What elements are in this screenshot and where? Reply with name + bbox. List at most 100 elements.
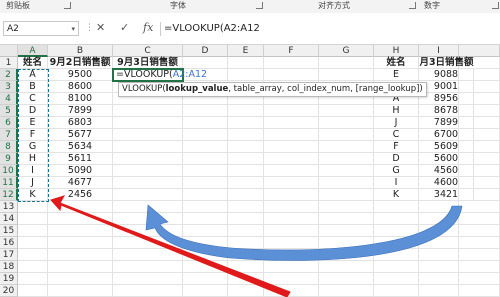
grid-cell[interactable] <box>183 117 228 129</box>
cell-sales-right[interactable]: 3421 <box>419 189 474 201</box>
grid-cell[interactable] <box>18 285 48 297</box>
grid-cell[interactable] <box>264 57 319 69</box>
grid-cell[interactable] <box>264 201 319 213</box>
cell-name-right[interactable]: F <box>374 141 419 153</box>
grid-cell[interactable] <box>319 69 374 81</box>
header-sep2-sales[interactable]: 9月2日销售额 <box>48 57 113 69</box>
grid-cell[interactable] <box>319 201 374 213</box>
grid-cell[interactable] <box>319 273 374 285</box>
cell-sales[interactable]: 9500 <box>48 69 113 81</box>
grid-cell[interactable] <box>319 105 374 117</box>
cell-sales-right[interactable]: 8956 <box>419 93 474 105</box>
grid-cell[interactable] <box>319 57 374 69</box>
cell-sales-right[interactable]: 9001 <box>419 81 474 93</box>
row-header[interactable]: 3 <box>0 81 18 93</box>
cell-sales[interactable]: 8600 <box>48 81 113 93</box>
grid-cell[interactable] <box>459 273 500 285</box>
cell-sales[interactable]: 5634 <box>48 141 113 153</box>
grid-cell[interactable] <box>228 189 264 201</box>
grid-cell[interactable] <box>459 225 500 237</box>
grid-cell[interactable] <box>183 57 228 69</box>
cell-sales[interactable]: 6803 <box>48 117 113 129</box>
row-header[interactable]: 1 <box>0 57 18 69</box>
col-header-f[interactable]: F <box>264 45 319 57</box>
grid-cell[interactable] <box>183 165 228 177</box>
cell-sales-right[interactable]: 9088 <box>419 69 474 81</box>
grid-cell[interactable] <box>18 237 48 249</box>
cell-name-right[interactable]: G <box>374 165 419 177</box>
grid-cell[interactable] <box>183 261 228 273</box>
grid-cell[interactable] <box>183 213 228 225</box>
col-header-b[interactable]: B <box>48 45 113 57</box>
grid-cell[interactable] <box>374 225 419 237</box>
grid-cell[interactable] <box>183 201 228 213</box>
grid-cell[interactable] <box>228 261 264 273</box>
enter-icon[interactable]: ✓ <box>120 20 129 36</box>
grid-cell[interactable] <box>264 129 319 141</box>
header-name-right[interactable]: 姓名 <box>374 57 419 69</box>
grid-cell[interactable] <box>183 153 228 165</box>
grid-cell[interactable] <box>228 153 264 165</box>
grid-cell[interactable] <box>113 165 183 177</box>
grid-cell[interactable] <box>459 261 500 273</box>
grid-cell[interactable] <box>48 273 113 285</box>
grid-cell[interactable] <box>18 249 48 261</box>
grid-cell[interactable] <box>374 285 419 297</box>
row-header[interactable]: 7 <box>0 129 18 141</box>
grid-cell[interactable] <box>459 213 500 225</box>
grid-cell[interactable] <box>374 249 419 261</box>
grid-cell[interactable] <box>113 141 183 153</box>
row-header[interactable]: 4 <box>0 93 18 105</box>
grid-cell[interactable] <box>264 237 319 249</box>
number-launcher-icon[interactable] <box>492 2 499 9</box>
grid-cell[interactable] <box>183 285 228 297</box>
row-header[interactable]: 8 <box>0 141 18 153</box>
cell-name-right[interactable]: C <box>374 129 419 141</box>
grid-cell[interactable] <box>228 141 264 153</box>
grid-cell[interactable] <box>264 285 319 297</box>
grid-cell[interactable] <box>459 285 500 297</box>
grid-cell[interactable] <box>228 165 264 177</box>
row-header[interactable]: 9 <box>0 153 18 165</box>
cell-sales-right[interactable]: 6700 <box>419 129 474 141</box>
grid-cell[interactable] <box>459 201 500 213</box>
col-header-e[interactable]: E <box>228 45 264 57</box>
cell-name-right[interactable]: E <box>374 69 419 81</box>
cell-sales[interactable]: 5090 <box>48 165 113 177</box>
cell-sales[interactable]: 7899 <box>48 105 113 117</box>
row-header[interactable]: 13 <box>0 201 18 213</box>
grid-cell[interactable] <box>319 285 374 297</box>
grid-cell[interactable] <box>228 69 264 81</box>
grid-cell[interactable] <box>319 237 374 249</box>
grid-cell[interactable] <box>228 237 264 249</box>
grid-cell[interactable] <box>319 165 374 177</box>
name-box[interactable]: A2 ▾ <box>3 21 79 36</box>
grid-cell[interactable] <box>419 213 459 225</box>
grid-cell[interactable] <box>113 273 183 285</box>
grid-cell[interactable] <box>18 273 48 285</box>
grid-cell[interactable] <box>264 261 319 273</box>
grid-cell[interactable] <box>264 225 319 237</box>
grid-cell[interactable] <box>183 237 228 249</box>
grid-cell[interactable] <box>319 225 374 237</box>
cell-sales-right[interactable]: 5600 <box>419 153 474 165</box>
grid-cell[interactable] <box>419 225 459 237</box>
col-header-h[interactable]: H <box>374 45 419 57</box>
grid-cell[interactable] <box>228 105 264 117</box>
row-header[interactable]: 18 <box>0 261 18 273</box>
grid-cell[interactable] <box>264 213 319 225</box>
cell-name-right[interactable]: J <box>374 117 419 129</box>
grid-cell[interactable] <box>228 213 264 225</box>
clipboard-launcher-icon[interactable] <box>64 2 71 9</box>
grid-cell[interactable] <box>264 69 319 81</box>
col-header-c[interactable]: C <box>113 45 183 57</box>
row-header[interactable]: 6 <box>0 117 18 129</box>
grid-cell[interactable] <box>48 261 113 273</box>
row-header[interactable]: 19 <box>0 273 18 285</box>
chevron-down-icon[interactable]: ▾ <box>71 22 75 37</box>
grid-cell[interactable] <box>113 129 183 141</box>
row-header[interactable]: 10 <box>0 165 18 177</box>
header-name[interactable]: 姓名 <box>18 57 48 69</box>
grid-cell[interactable] <box>228 273 264 285</box>
grid-cell[interactable] <box>113 177 183 189</box>
